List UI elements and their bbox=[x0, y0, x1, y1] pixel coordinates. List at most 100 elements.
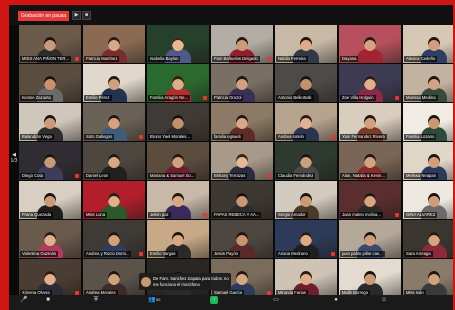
participant-head bbox=[428, 193, 440, 207]
participant-tile[interactable]: Daniel Leon bbox=[83, 142, 145, 180]
participant-name: Zoe Villa Holguin bbox=[340, 95, 376, 101]
participant-tile[interactable]: Antonio Belkotosk bbox=[275, 64, 337, 102]
participant-tile[interactable]: GINA ALVAREZ bbox=[403, 181, 455, 219]
participant-name: Claudia Fernández bbox=[276, 173, 316, 179]
participant-tile[interactable]: Andrea y Rocío Domi... bbox=[83, 220, 145, 258]
participant-tile[interactable]: Isabella Baylon bbox=[147, 25, 209, 63]
participant-tile[interactable]: Sara Arreaga bbox=[403, 220, 455, 258]
security-button[interactable]: ⛨ bbox=[92, 296, 100, 304]
participant-name: Patricia Orozol bbox=[212, 95, 244, 101]
participant-tile[interactable]: Miss Iván bbox=[403, 259, 455, 297]
participant-name: Ariana Medrano bbox=[276, 251, 310, 257]
participant-tile[interactable]: Valentina Guzmán bbox=[19, 220, 81, 258]
participant-tile[interactable]: Nabila Ferreira bbox=[275, 25, 337, 63]
video-icon: ■ bbox=[46, 297, 50, 303]
participant-name: Diego Cota bbox=[20, 173, 45, 179]
participant-tile[interactable]: Emilio Pérez bbox=[83, 64, 145, 102]
participant-tile[interactable]: Yam Fernandez Rivera bbox=[339, 103, 401, 141]
participant-head bbox=[44, 271, 56, 285]
participant-name: Jeikin paz bbox=[148, 212, 171, 218]
participant-head bbox=[300, 154, 312, 168]
chat-notification[interactable]: De Fam. Sanchez Zapata para todos: no me… bbox=[139, 273, 231, 290]
participant-name: Andrea sotelo bbox=[276, 134, 306, 140]
participants-button[interactable]: 👥 55 bbox=[148, 296, 160, 304]
participant-tile[interactable]: Ariana Medrano bbox=[275, 220, 337, 258]
participant-head bbox=[108, 232, 120, 246]
share-screen-button[interactable]: ↑ bbox=[210, 296, 218, 304]
participant-head bbox=[364, 154, 376, 168]
participant-tile[interactable]: Juan mateo molina... bbox=[339, 181, 401, 219]
participant-tile[interactable]: Fam Bañuelos Delgado bbox=[211, 25, 273, 63]
participant-head bbox=[172, 76, 184, 90]
participant-head bbox=[172, 37, 184, 51]
participant-name: Miss Luna bbox=[84, 212, 108, 218]
participant-tile[interactable]: Dayana bbox=[339, 25, 401, 63]
participant-name: Nabila Ferreira bbox=[276, 56, 308, 62]
participant-name: Melissa Neapan bbox=[404, 173, 439, 179]
participant-tile[interactable]: Marissa Medina bbox=[403, 64, 455, 102]
participant-head bbox=[364, 193, 376, 207]
recording-status-badge: Grabación en pausa bbox=[18, 11, 70, 21]
participant-head bbox=[44, 193, 56, 207]
participant-head bbox=[236, 232, 248, 246]
participant-tile[interactable]: Mariana & Samuel So... bbox=[147, 142, 209, 180]
participant-tile[interactable]: Frana Quezada bbox=[19, 181, 81, 219]
participant-tile[interactable]: Ivonne Zazueta bbox=[19, 64, 81, 102]
next-page-button[interactable]: ▶ 1/3 bbox=[447, 152, 455, 164]
participant-name: Marissa Medina bbox=[404, 95, 438, 101]
stop-recording-button[interactable]: ■ bbox=[82, 11, 91, 20]
participant-tile[interactable]: juan pablo pillar cas... bbox=[339, 220, 401, 258]
participant-head bbox=[300, 37, 312, 51]
participant-tile[interactable]: Ximena Olvera bbox=[19, 259, 81, 297]
chat-icon: ▭ bbox=[273, 297, 279, 303]
chat-button[interactable]: ▭ bbox=[272, 296, 280, 304]
participant-head bbox=[108, 271, 120, 285]
participant-name: Frana Quezada bbox=[20, 212, 54, 218]
participant-tile[interactable]: Sergio Amador bbox=[275, 181, 337, 219]
participant-tile[interactable]: Familia Aragón Ne... bbox=[147, 64, 209, 102]
participant-head bbox=[300, 271, 312, 285]
record-button[interactable]: ● bbox=[332, 296, 340, 304]
participant-tile[interactable]: Jeikin paz bbox=[147, 181, 209, 219]
participant-tile[interactable]: Patricia Orozol bbox=[211, 64, 273, 102]
participant-tile[interactable]: Claudia Fernández bbox=[275, 142, 337, 180]
previous-page-button[interactable]: ◀ 1/3 bbox=[10, 152, 18, 164]
participant-tile[interactable]: Jesús Payón bbox=[211, 220, 273, 258]
participant-tile[interactable]: PAPAS REBECA Y AA... bbox=[211, 181, 273, 219]
record-icon: ● bbox=[334, 297, 338, 303]
participant-head bbox=[364, 76, 376, 90]
participant-tile[interactable]: Mallir Borrego bbox=[339, 259, 401, 297]
mute-button[interactable]: 🎤 bbox=[20, 296, 28, 304]
participant-tile[interactable]: Miranda Farias bbox=[275, 259, 337, 297]
participant-tile[interactable]: Balandrán Vega bbox=[19, 103, 81, 141]
participant-head bbox=[300, 193, 312, 207]
security-icon: ⛨ bbox=[93, 297, 99, 303]
participant-name: Alan, Natalia & Kevin... bbox=[340, 173, 387, 179]
participant-name: Balandrán Vega bbox=[20, 134, 54, 140]
participants-count: 55 bbox=[156, 297, 161, 302]
participant-tile[interactable]: Andrea sotelo bbox=[275, 103, 337, 141]
participant-tile[interactable]: Andrea Morales bbox=[83, 259, 145, 297]
participant-tile[interactable]: familia egsaeli bbox=[211, 103, 273, 141]
participant-tile[interactable]: Soto Gallegos bbox=[83, 103, 145, 141]
participant-tile[interactable]: Alexica Cedeño bbox=[403, 25, 455, 63]
participant-tile[interactable]: Miss Luna bbox=[83, 181, 145, 219]
page-indicator-left: 1/3 bbox=[10, 158, 18, 164]
participant-tile[interactable]: Familia Lozano bbox=[403, 103, 455, 141]
reactions-button[interactable]: ☺ bbox=[380, 296, 388, 304]
participant-name: PAPAS REBECA Y AA... bbox=[212, 212, 262, 218]
video-button[interactable]: ■ bbox=[44, 296, 52, 304]
participant-tile[interactable]: Emilio Vargas bbox=[147, 220, 209, 258]
play-icon: ▶ bbox=[74, 12, 79, 18]
participant-tile[interactable]: MISS ANA PIÑON TER... bbox=[19, 25, 81, 63]
participant-tile[interactable]: Zoe Villa Holguin bbox=[339, 64, 401, 102]
participant-tile[interactable]: Patricia Martínez bbox=[83, 25, 145, 63]
muted-mic-icon bbox=[75, 174, 79, 178]
participant-head bbox=[300, 76, 312, 90]
participant-tile[interactable]: Bruno Yael Morales... bbox=[147, 103, 209, 141]
resume-recording-button[interactable]: ▶ bbox=[72, 11, 81, 20]
reactions-icon: ☺ bbox=[380, 297, 388, 303]
participant-tile[interactable]: Alan, Natalia & Kevin... bbox=[339, 142, 401, 180]
participant-tile[interactable]: Diego Cota bbox=[19, 142, 81, 180]
participant-tile[interactable]: Brittany Terrazas bbox=[211, 142, 273, 180]
